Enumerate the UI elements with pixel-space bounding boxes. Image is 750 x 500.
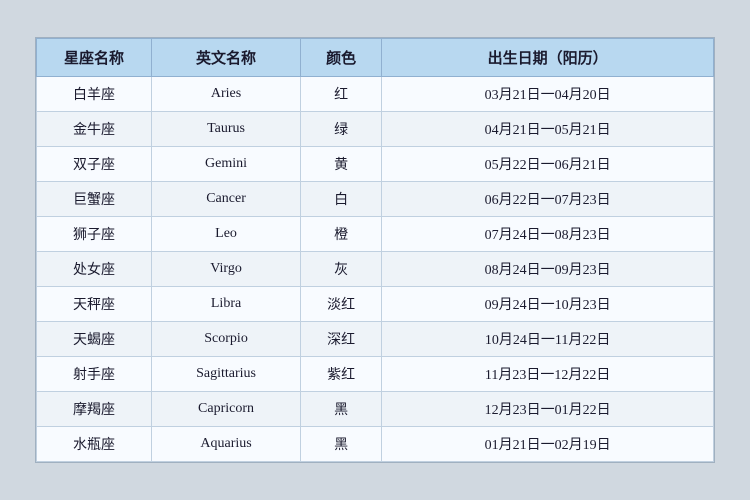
cell-color: 深红 bbox=[301, 322, 382, 357]
table-row: 处女座Virgo灰08月24日一09月23日 bbox=[37, 252, 714, 287]
cell-date: 07月24日一08月23日 bbox=[382, 217, 714, 252]
cell-color: 黑 bbox=[301, 427, 382, 462]
cell-color: 红 bbox=[301, 77, 382, 112]
cell-date: 09月24日一10月23日 bbox=[382, 287, 714, 322]
cell-date: 10月24日一11月22日 bbox=[382, 322, 714, 357]
table-row: 白羊座Aries红03月21日一04月20日 bbox=[37, 77, 714, 112]
cell-color: 淡红 bbox=[301, 287, 382, 322]
cell-english: Libra bbox=[152, 287, 301, 322]
cell-color: 白 bbox=[301, 182, 382, 217]
header-color: 颜色 bbox=[301, 39, 382, 77]
table-row: 射手座Sagittarius紫红11月23日一12月22日 bbox=[37, 357, 714, 392]
cell-chinese: 处女座 bbox=[37, 252, 152, 287]
table-row: 摩羯座Capricorn黑12月23日一01月22日 bbox=[37, 392, 714, 427]
cell-color: 黄 bbox=[301, 147, 382, 182]
cell-date: 08月24日一09月23日 bbox=[382, 252, 714, 287]
cell-date: 03月21日一04月20日 bbox=[382, 77, 714, 112]
table-header-row: 星座名称 英文名称 颜色 出生日期（阳历） bbox=[37, 39, 714, 77]
header-english: 英文名称 bbox=[152, 39, 301, 77]
cell-chinese: 金牛座 bbox=[37, 112, 152, 147]
cell-chinese: 白羊座 bbox=[37, 77, 152, 112]
cell-date: 01月21日一02月19日 bbox=[382, 427, 714, 462]
cell-date: 12月23日一01月22日 bbox=[382, 392, 714, 427]
cell-english: Cancer bbox=[152, 182, 301, 217]
cell-english: Taurus bbox=[152, 112, 301, 147]
cell-date: 06月22日一07月23日 bbox=[382, 182, 714, 217]
cell-english: Scorpio bbox=[152, 322, 301, 357]
cell-chinese: 天秤座 bbox=[37, 287, 152, 322]
cell-date: 04月21日一05月21日 bbox=[382, 112, 714, 147]
cell-color: 灰 bbox=[301, 252, 382, 287]
cell-chinese: 摩羯座 bbox=[37, 392, 152, 427]
table-row: 狮子座Leo橙07月24日一08月23日 bbox=[37, 217, 714, 252]
cell-chinese: 射手座 bbox=[37, 357, 152, 392]
cell-english: Capricorn bbox=[152, 392, 301, 427]
cell-chinese: 天蝎座 bbox=[37, 322, 152, 357]
cell-english: Gemini bbox=[152, 147, 301, 182]
cell-date: 11月23日一12月22日 bbox=[382, 357, 714, 392]
header-date: 出生日期（阳历） bbox=[382, 39, 714, 77]
table-row: 金牛座Taurus绿04月21日一05月21日 bbox=[37, 112, 714, 147]
table-row: 天蝎座Scorpio深红10月24日一11月22日 bbox=[37, 322, 714, 357]
table-row: 天秤座Libra淡红09月24日一10月23日 bbox=[37, 287, 714, 322]
zodiac-table: 星座名称 英文名称 颜色 出生日期（阳历） 白羊座Aries红03月21日一04… bbox=[36, 38, 714, 462]
cell-chinese: 巨蟹座 bbox=[37, 182, 152, 217]
cell-chinese: 水瓶座 bbox=[37, 427, 152, 462]
cell-date: 05月22日一06月21日 bbox=[382, 147, 714, 182]
cell-chinese: 双子座 bbox=[37, 147, 152, 182]
cell-english: Sagittarius bbox=[152, 357, 301, 392]
table-row: 双子座Gemini黄05月22日一06月21日 bbox=[37, 147, 714, 182]
cell-english: Leo bbox=[152, 217, 301, 252]
cell-color: 绿 bbox=[301, 112, 382, 147]
zodiac-table-container: 星座名称 英文名称 颜色 出生日期（阳历） 白羊座Aries红03月21日一04… bbox=[35, 37, 715, 463]
cell-english: Aquarius bbox=[152, 427, 301, 462]
cell-chinese: 狮子座 bbox=[37, 217, 152, 252]
cell-color: 紫红 bbox=[301, 357, 382, 392]
cell-english: Aries bbox=[152, 77, 301, 112]
table-body: 白羊座Aries红03月21日一04月20日金牛座Taurus绿04月21日一0… bbox=[37, 77, 714, 462]
cell-color: 橙 bbox=[301, 217, 382, 252]
table-row: 巨蟹座Cancer白06月22日一07月23日 bbox=[37, 182, 714, 217]
table-row: 水瓶座Aquarius黑01月21日一02月19日 bbox=[37, 427, 714, 462]
cell-color: 黑 bbox=[301, 392, 382, 427]
cell-english: Virgo bbox=[152, 252, 301, 287]
header-chinese: 星座名称 bbox=[37, 39, 152, 77]
